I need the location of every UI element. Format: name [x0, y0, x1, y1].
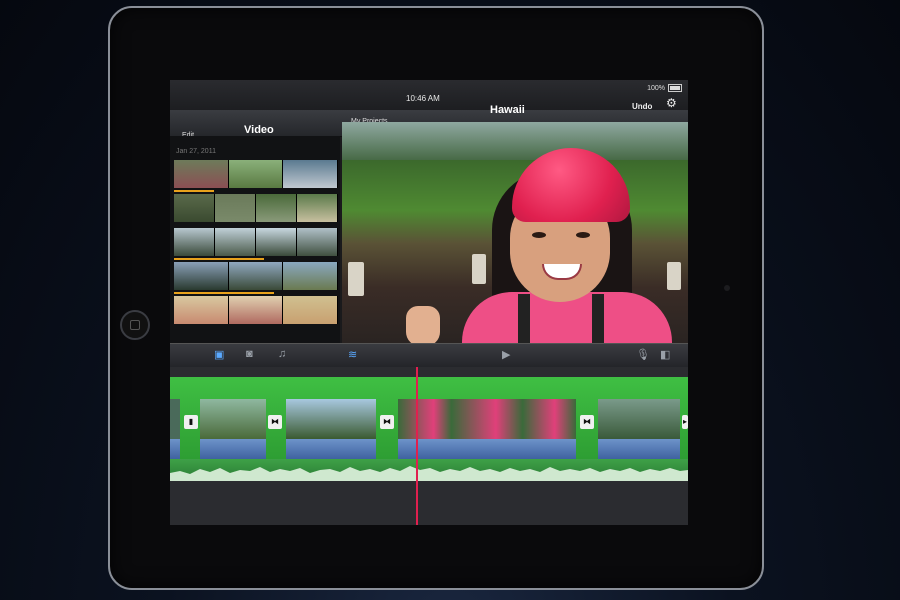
battery-percent: 100%: [647, 84, 665, 92]
fence-post: [667, 262, 681, 290]
clip-row[interactable]: [174, 262, 339, 294]
person-hand: [406, 306, 440, 343]
front-camera: [724, 285, 730, 291]
background-trees: [342, 122, 688, 160]
record-camera-icon[interactable]: ◧: [660, 348, 670, 361]
play-icon[interactable]: ▶: [502, 348, 510, 361]
home-button[interactable]: [120, 310, 150, 340]
video-browser: Jan 27, 2011: [170, 136, 340, 343]
strap: [592, 294, 604, 343]
timeline-clip[interactable]: [170, 399, 180, 459]
project-title: Hawaii: [490, 104, 525, 116]
clip-row[interactable]: [174, 296, 339, 326]
strap: [518, 294, 530, 343]
eye: [532, 232, 546, 238]
clip-used-bar: [174, 190, 214, 192]
clip-row[interactable]: [174, 228, 338, 260]
microphone-icon[interactable]: 🎙: [636, 348, 650, 361]
gear-icon[interactable]: ⚙: [666, 96, 677, 110]
timeline-clip[interactable]: [598, 399, 680, 459]
audio-waveform: [170, 459, 688, 481]
transition-icon[interactable]: ⧓: [580, 415, 594, 429]
transition-icon[interactable]: ⧓: [380, 415, 394, 429]
clip-row[interactable]: [174, 194, 338, 224]
clip-date: Jan 27, 2011: [176, 148, 216, 155]
project-timeline[interactable]: ▮ ⧓ ⧓ ⧓ ▸: [170, 367, 688, 525]
fence-post: [348, 262, 364, 296]
clip-used-bar: [174, 258, 264, 260]
clip-row[interactable]: [174, 160, 339, 192]
video-browser-title: Video: [244, 124, 274, 136]
clip-used-bar: [174, 292, 274, 294]
camera-icon[interactable]: ◙: [246, 348, 253, 360]
fence-post: [472, 254, 486, 284]
transition-icon[interactable]: ▸: [682, 415, 688, 429]
music-note-icon[interactable]: ♫: [278, 348, 286, 360]
timeline-clip[interactable]: [286, 399, 376, 459]
transition-icon[interactable]: ▮: [184, 415, 198, 429]
status-bar: 10:46 AM 100% iPad: [170, 80, 688, 121]
battery-icon: [668, 84, 682, 92]
eye: [576, 232, 590, 238]
transition-icon[interactable]: ⧓: [268, 415, 282, 429]
battery-indicator: 100%: [647, 84, 682, 92]
audio-waveform-icon[interactable]: ≋: [348, 348, 357, 361]
video-preview[interactable]: [342, 122, 688, 343]
status-time: 10:46 AM: [406, 94, 440, 103]
playhead[interactable]: [416, 367, 418, 525]
undo-button[interactable]: Undo: [632, 102, 652, 111]
timeline-clip[interactable]: [398, 399, 576, 459]
imovie-screen: 10:46 AM 100% iPad Edit Video My Project…: [170, 80, 688, 525]
timeline-clip[interactable]: [200, 399, 266, 459]
media-toolbar: ▣ ◙ ♫ ≋ ▶ 🎙 ◧: [170, 343, 688, 368]
video-icon[interactable]: ▣: [214, 348, 224, 361]
